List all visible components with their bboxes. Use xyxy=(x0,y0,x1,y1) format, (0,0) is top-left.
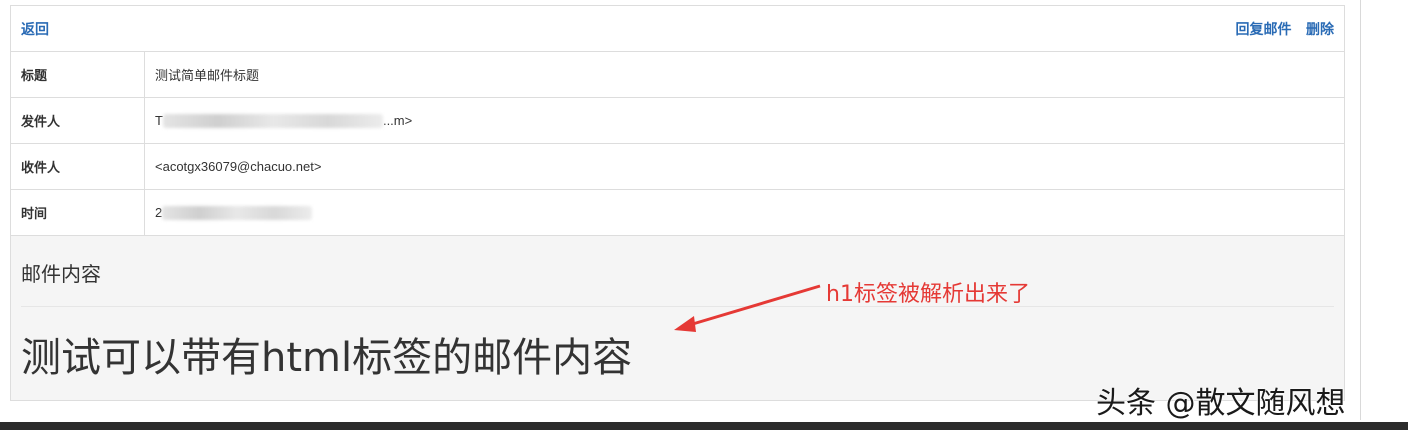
from-value-tail: ...m> xyxy=(382,112,413,128)
email-actions: 回复邮件 删除 xyxy=(1226,19,1334,39)
subject-key: 标题 xyxy=(11,52,145,98)
from-row: 发件人 T ...m> xyxy=(11,97,1344,144)
time-key: 时间 xyxy=(11,189,145,236)
bottom-bar xyxy=(0,422,1408,430)
annotation-text: h1标签被解析出来了 xyxy=(826,282,1030,307)
from-value-start: T xyxy=(155,112,163,128)
to-row: 收件人 <acotgx36079@chacuo.net> xyxy=(11,143,1344,190)
time-value: 2 xyxy=(144,189,1344,236)
redacted-sender-blur xyxy=(162,114,383,129)
redacted-time-blur xyxy=(162,206,313,221)
right-scroll-area xyxy=(1360,0,1408,420)
email-meta-table: 标题 测试简单邮件标题 发件人 T ...m> 收件人 <acotgx36079@… xyxy=(11,52,1344,236)
time-row: 时间 2 xyxy=(11,189,1344,236)
subject-value: 测试简单邮件标题 xyxy=(144,52,1344,98)
email-toolbar: 返回 回复邮件 删除 xyxy=(11,6,1344,52)
from-key: 发件人 xyxy=(11,97,145,144)
from-value: T ...m> xyxy=(144,97,1344,144)
delete-email-link[interactable]: 删除 xyxy=(1306,21,1334,37)
time-value-start: 2 xyxy=(155,204,163,220)
back-link[interactable]: 返回 xyxy=(21,19,49,39)
to-value: <acotgx36079@chacuo.net> xyxy=(144,143,1344,190)
annotation-arrow-icon xyxy=(674,284,821,332)
to-key: 收件人 xyxy=(11,143,145,190)
subject-row: 标题 测试简单邮件标题 xyxy=(11,52,1344,98)
reply-email-link[interactable]: 回复邮件 xyxy=(1236,21,1292,37)
watermark-text: 头条 @散文随风想 xyxy=(1096,386,1346,421)
